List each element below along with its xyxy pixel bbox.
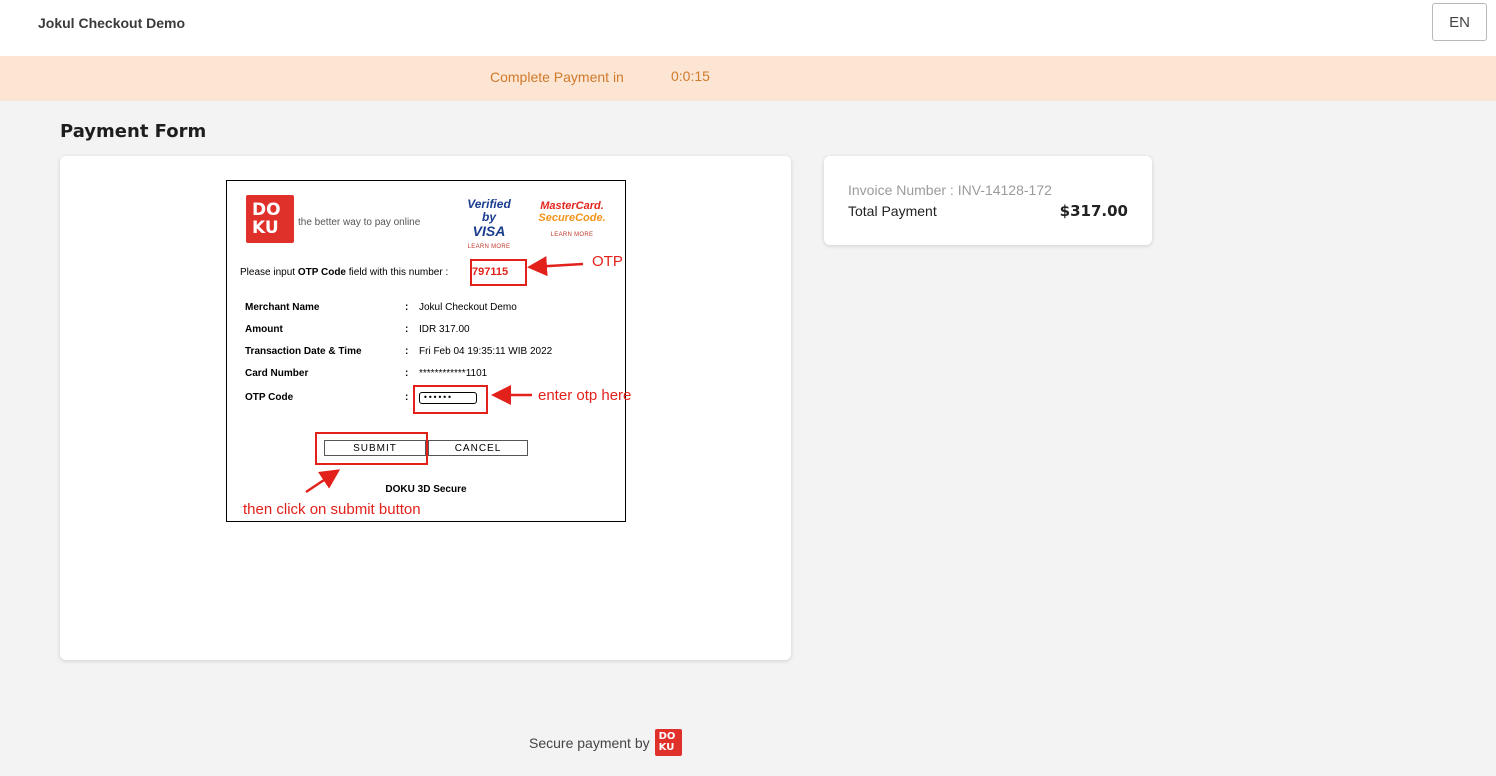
cancel-button[interactable]: CANCEL (428, 440, 528, 456)
doku-logo-text-top: DO (252, 200, 281, 220)
card-number-label: Card Number (245, 368, 309, 379)
doku-3d-secure-frame: DO KU the better way to pay online Verif… (226, 180, 626, 522)
card-number-value: ************1101 (419, 368, 488, 379)
app-title: Jokul Checkout Demo (38, 15, 186, 31)
otp-code-label: OTP Code (245, 392, 294, 403)
otp-instruction-suffix: field with this number : (345, 267, 449, 278)
doku-3d-secure-label: DOKU 3D Secure (385, 484, 467, 495)
mastercard-learn-more-link[interactable]: LEARN MORE (537, 232, 607, 238)
footer: Secure payment by DO KU (529, 729, 682, 756)
language-selector-button[interactable]: EN (1432, 3, 1487, 41)
amount-label: Amount (245, 324, 283, 335)
invoice-number: Invoice Number : INV-14128-172 (848, 182, 1052, 198)
footer-logo-text-bottom: KU (658, 742, 675, 753)
doku-footer-logo: DO KU (654, 729, 682, 756)
otp-code-colon: : (405, 392, 409, 403)
amount-colon: : (405, 324, 409, 335)
merchant-name-label: Merchant Name (245, 302, 320, 313)
transaction-date-colon: : (405, 346, 409, 357)
invoice-summary-card: Invoice Number : INV-14128-172 Total Pay… (824, 156, 1152, 245)
total-payment-value: $317.00 (1059, 202, 1128, 220)
merchant-name-value: Jokul Checkout Demo (419, 302, 517, 313)
mastercard-securecode-logo[interactable]: MasterCard. SecureCode. LEARN MORE (537, 200, 607, 238)
otp-instruction-bold: OTP Code (297, 267, 346, 278)
timer-label: Complete Payment in (490, 69, 624, 85)
top-bar: Jokul Checkout Demo EN (0, 0, 1496, 56)
timer-countdown: 0:0:15 (671, 68, 710, 84)
enter-otp-annotation: enter otp here (538, 387, 632, 404)
card-number-colon: : (405, 368, 409, 379)
page-title: Payment Form (60, 121, 207, 142)
submit-button-highlight (315, 432, 428, 465)
footer-logo-text-top: DO (658, 731, 676, 742)
doku-logo: DO KU (246, 195, 294, 243)
mastercard-line2: SecureCode. (538, 212, 606, 224)
total-payment-label: Total Payment (848, 203, 937, 219)
otp-annotation: OTP (592, 253, 623, 270)
doku-tagline: the better way to pay online (298, 217, 421, 228)
visa-learn-more-link[interactable]: LEARN MORE (459, 244, 519, 250)
visa-line2: VISA (472, 223, 506, 239)
transaction-date-value: Fri Feb 04 19:35:11 WIB 2022 (419, 346, 553, 357)
payment-timer-banner: Complete Payment in 0:0:15 (0, 56, 1496, 101)
mastercard-line1: MasterCard. (540, 200, 604, 212)
verified-by-visa-logo[interactable]: Verified by VISA LEARN MORE (459, 197, 519, 251)
doku-logo-text-bottom: KU (252, 218, 279, 238)
otp-input-highlight (413, 385, 488, 414)
otp-instruction-prefix: Please input (240, 267, 298, 278)
otp-instruction: Please input OTP Code field with this nu… (240, 267, 448, 278)
transaction-date-label: Transaction Date & Time (245, 346, 362, 357)
amount-value: IDR 317.00 (419, 324, 470, 335)
merchant-name-colon: : (405, 302, 409, 313)
click-submit-annotation: then click on submit button (243, 501, 421, 518)
footer-secure-text: Secure payment by (529, 734, 650, 751)
otp-number-highlight (470, 259, 527, 286)
visa-line1: Verified by (467, 197, 511, 224)
